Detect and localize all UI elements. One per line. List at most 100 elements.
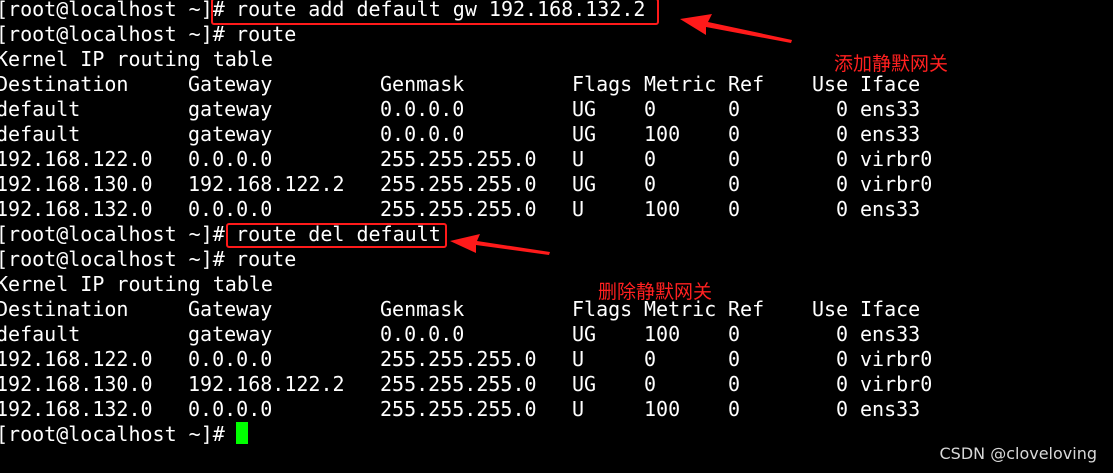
shell-prompt: [root@localhost ~]# xyxy=(0,422,225,446)
cell-flags: U xyxy=(572,147,585,171)
cell-metric: 0 xyxy=(644,347,657,371)
cell-flags: UG xyxy=(572,172,597,196)
cell-destination: 192.168.132.0 xyxy=(0,197,153,221)
header-genmask: Genmask xyxy=(380,297,465,321)
cell-metric: 100 xyxy=(644,322,681,346)
cell-gateway: 0.0.0.0 xyxy=(188,147,273,171)
header-genmask: Genmask xyxy=(380,72,465,96)
table-row: 192.168.132.0 0.0.0.0 255.255.255.0 U 10… xyxy=(0,197,920,222)
command-line-route-2: [root@localhost ~]# route xyxy=(0,247,296,272)
cell-use: 0 xyxy=(836,347,849,371)
cell-iface: ens33 xyxy=(860,197,921,221)
annotation-del-gateway: 删除静默网关 xyxy=(598,281,713,303)
header-gateway: Gateway xyxy=(188,72,273,96)
cell-use: 0 xyxy=(836,372,849,396)
terminal-window[interactable]: [root@localhost ~]# route add default gw… xyxy=(0,0,1113,473)
cell-gateway: 0.0.0.0 xyxy=(188,347,273,371)
routing-table-title: Kernel IP routing table xyxy=(0,272,273,296)
header-use: Use xyxy=(812,297,849,321)
shell-prompt: [root@localhost ~]# xyxy=(0,247,225,271)
cell-use: 0 xyxy=(836,197,849,221)
cell-metric: 0 xyxy=(644,97,657,121)
cell-destination: 192.168.130.0 xyxy=(0,372,153,396)
cell-genmask: 0.0.0.0 xyxy=(380,97,465,121)
cell-use: 0 xyxy=(836,322,849,346)
cell-destination: 192.168.132.0 xyxy=(0,397,153,421)
header-iface: Iface xyxy=(860,297,921,321)
table-row: default gateway 0.0.0.0 UG 100 0 0 ens33 xyxy=(0,122,920,147)
shell-prompt: [root@localhost ~]# xyxy=(0,222,225,246)
cell-gateway: gateway xyxy=(188,122,273,146)
cell-destination: default xyxy=(0,122,81,146)
cell-ref: 0 xyxy=(728,397,741,421)
cell-destination: 192.168.122.0 xyxy=(0,347,153,371)
cell-use: 0 xyxy=(836,397,849,421)
table-row: default gateway 0.0.0.0 UG 100 0 0 ens33 xyxy=(0,322,920,347)
header-metric: Metric xyxy=(644,72,717,96)
cell-gateway: 192.168.122.2 xyxy=(188,372,345,396)
table-row: 192.168.130.0 192.168.122.2 255.255.255.… xyxy=(0,372,932,397)
command-line-route-1: [root@localhost ~]# route xyxy=(0,22,296,47)
cell-iface: ens33 xyxy=(860,322,921,346)
cell-genmask: 255.255.255.0 xyxy=(380,372,537,396)
cell-metric: 100 xyxy=(644,122,681,146)
cell-gateway: 0.0.0.0 xyxy=(188,397,273,421)
table-row: default gateway 0.0.0.0 UG 0 0 0 ens33 xyxy=(0,97,920,122)
cell-destination: 192.168.130.0 xyxy=(0,172,153,196)
cell-metric: 0 xyxy=(644,172,657,196)
cell-metric: 0 xyxy=(644,147,657,171)
cell-metric: 0 xyxy=(644,372,657,396)
routing-table-header: Destination Gateway Genmask Flags Metric… xyxy=(0,72,920,97)
highlight-box-add-command xyxy=(211,0,659,25)
cell-iface: ens33 xyxy=(860,97,921,121)
cell-gateway: 0.0.0.0 xyxy=(188,197,273,221)
annotation-add-gateway: 添加静默网关 xyxy=(834,53,949,75)
highlight-box-del-command xyxy=(226,223,447,248)
cell-iface: virbr0 xyxy=(860,347,933,371)
shell-prompt: [root@localhost ~]# xyxy=(0,22,225,46)
shell-prompt: [root@localhost ~]# xyxy=(0,0,225,21)
table-row: 192.168.130.0 192.168.122.2 255.255.255.… xyxy=(0,172,932,197)
cell-gateway: gateway xyxy=(188,322,273,346)
cell-flags: U xyxy=(572,397,585,421)
cell-ref: 0 xyxy=(728,197,741,221)
cell-ref: 0 xyxy=(728,322,741,346)
header-flags: Flags xyxy=(572,72,633,96)
command-text: route xyxy=(224,247,297,271)
command-line-current[interactable]: [root@localhost ~]# xyxy=(0,422,225,447)
table-row: 192.168.122.0 0.0.0.0 255.255.255.0 U 0 … xyxy=(0,347,932,372)
watermark: CSDN @cloveloving xyxy=(939,444,1098,463)
cell-use: 0 xyxy=(836,122,849,146)
command-line-add: [root@localhost ~]# route add default gw… xyxy=(0,0,645,22)
arrow-icon xyxy=(450,234,550,255)
cell-flags: U xyxy=(572,197,585,221)
cell-genmask: 255.255.255.0 xyxy=(380,197,537,221)
cell-destination: default xyxy=(0,322,81,346)
cell-iface: virbr0 xyxy=(860,147,933,171)
header-ref: Ref xyxy=(728,297,765,321)
cell-ref: 0 xyxy=(728,147,741,171)
cell-ref: 0 xyxy=(728,97,741,121)
arrow-icon xyxy=(680,14,792,43)
cell-use: 0 xyxy=(836,172,849,196)
cell-genmask: 255.255.255.0 xyxy=(380,172,537,196)
command-text: route xyxy=(224,22,297,46)
cell-use: 0 xyxy=(836,147,849,171)
cell-genmask: 255.255.255.0 xyxy=(380,397,537,421)
header-destination: Destination xyxy=(0,72,129,96)
cell-iface: ens33 xyxy=(860,122,921,146)
routing-table-header: Destination Gateway Genmask Flags Metric… xyxy=(0,297,920,322)
cell-ref: 0 xyxy=(728,122,741,146)
cell-metric: 100 xyxy=(644,197,681,221)
header-destination: Destination xyxy=(0,297,129,321)
cursor-block xyxy=(236,422,248,444)
cell-gateway: 192.168.122.2 xyxy=(188,172,345,196)
cell-flags: UG xyxy=(572,122,597,146)
cell-destination: 192.168.122.0 xyxy=(0,147,153,171)
cell-genmask: 0.0.0.0 xyxy=(380,322,465,346)
table-row: 192.168.122.0 0.0.0.0 255.255.255.0 U 0 … xyxy=(0,147,932,172)
cell-metric: 100 xyxy=(644,397,681,421)
cell-iface: ens33 xyxy=(860,397,921,421)
header-ref: Ref xyxy=(728,72,765,96)
cell-flags: UG xyxy=(572,322,597,346)
